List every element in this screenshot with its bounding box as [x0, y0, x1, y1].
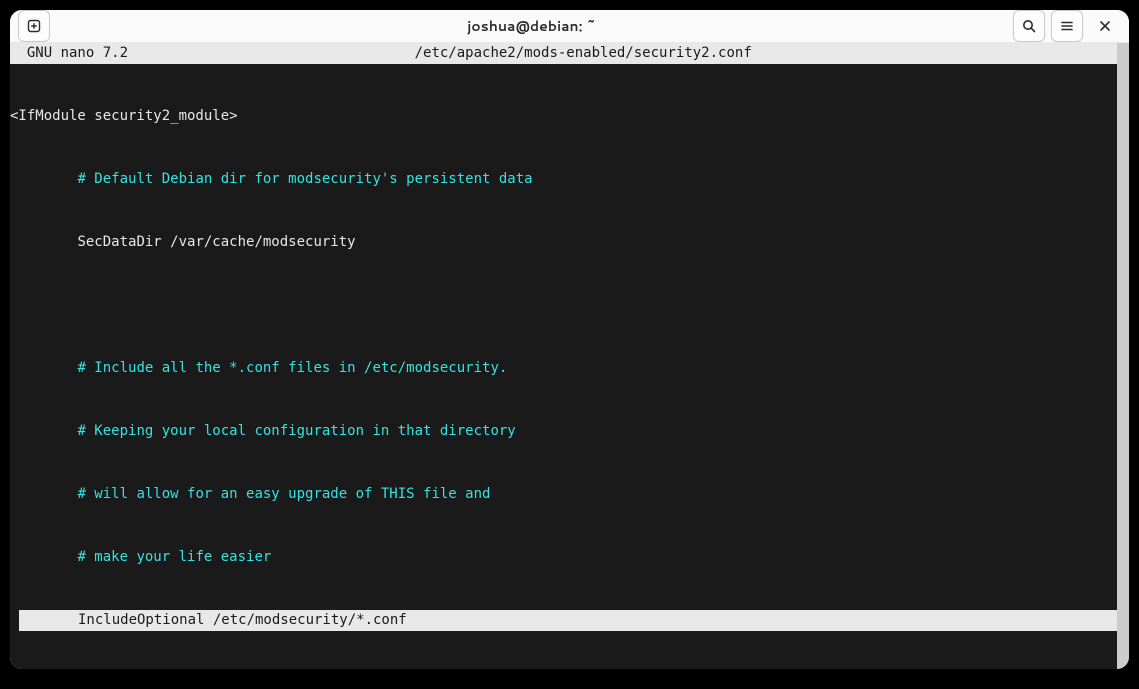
menu-button[interactable]: [1051, 10, 1083, 42]
editor-body[interactable]: <IfModule security2_module> # Default De…: [10, 64, 1117, 669]
window-title: joshua@debian: ~: [50, 16, 1013, 36]
nano-header: GNU nano 7.2 /etc/apache2/mods-enabled/s…: [10, 43, 1117, 64]
titlebar: joshua@debian: ~: [10, 10, 1129, 43]
terminal-content[interactable]: GNU nano 7.2 /etc/apache2/mods-enabled/s…: [10, 43, 1117, 669]
code-line: <IfModule security2_module>: [10, 108, 238, 124]
search-icon: [1021, 18, 1037, 34]
scrollbar[interactable]: [1117, 43, 1129, 669]
new-tab-icon: [26, 18, 42, 34]
search-button[interactable]: [1013, 10, 1045, 42]
hamburger-icon: [1059, 18, 1075, 34]
code-comment: # will allow for an easy upgrade of THIS…: [77, 486, 490, 502]
code-comment: # make your life easier: [77, 549, 271, 565]
code-comment: # Default Debian dir for modsecurity's p…: [77, 171, 532, 187]
nano-file-path: /etc/apache2/mods-enabled/security2.conf: [415, 45, 752, 61]
code-comment: # Keeping your local configuration in th…: [77, 423, 515, 439]
close-icon: [1098, 19, 1112, 33]
terminal-area[interactable]: GNU nano 7.2 /etc/apache2/mods-enabled/s…: [10, 43, 1129, 669]
close-button[interactable]: [1089, 10, 1121, 42]
cursor-line: IncludeOptional /etc/modsecurity/*.conf: [19, 610, 1117, 631]
code-comment: # Include all the *.conf files in /etc/m…: [77, 360, 507, 376]
nano-header-spacer: [128, 45, 415, 61]
code-line: SecDataDir /var/cache/modsecurity: [77, 234, 355, 250]
nano-version: GNU nano 7.2: [10, 45, 128, 61]
code-line-highlighted: IncludeOptional /etc/modsecurity/*.conf: [19, 612, 407, 628]
new-tab-button[interactable]: [18, 10, 50, 42]
blank-line: [10, 297, 18, 313]
terminal-window: joshua@debian: ~: [10, 10, 1129, 669]
titlebar-actions: [1013, 10, 1121, 42]
